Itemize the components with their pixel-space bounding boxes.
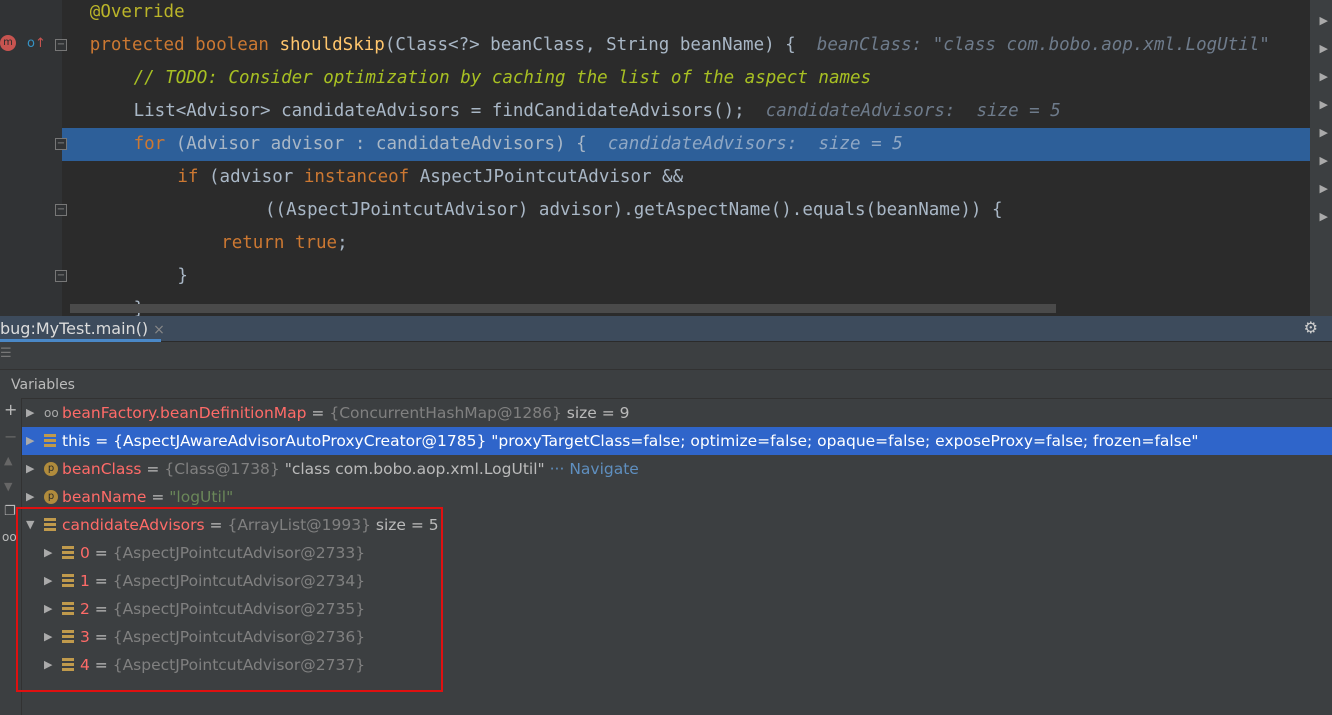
move-up-icon[interactable]: ▲ [4,454,12,467]
variable-row[interactable]: ▶ p beanClass = {Class@1738} "class com.bo… [22,455,1332,483]
variable-string-value: "logUtil" [169,488,234,506]
remove-watch-icon[interactable]: − [4,427,17,446]
layout-icon[interactable]: ☰ [0,346,12,361]
code-token: (Advisor advisor : candidateAdvisors) { [175,134,608,154]
variable-row[interactable]: ▶ oo beanFactory.beanDefinitionMap = {Conc… [22,399,1332,427]
variables-label: Variables [11,377,75,393]
add-watch-icon[interactable]: + [4,400,17,419]
code-token: (advisor [209,167,304,187]
expand-arrow-icon[interactable]: ▶ [26,427,34,455]
variable-value: size = 9 [561,404,630,422]
right-toolstrip: ▶ ▶ ▶ ▶ ▶ ▶ ▶ ▶ [1310,0,1332,316]
code-token: protected boolean [89,35,280,55]
code-token: for [133,134,176,154]
code-token: @Override [89,2,185,22]
expand-arrow-icon[interactable]: ▶ [26,399,34,427]
debug-toolbar: ☰ [0,342,1332,370]
gear-icon[interactable]: ⚙ [1304,318,1318,337]
expand-arrow-icon[interactable]: ▶ [1320,98,1328,111]
inline-debug-value: candidateAdvisors: size = 5 [765,101,1061,121]
code-token: } [177,266,188,286]
parameter-icon: p [44,490,58,504]
code-token: instanceof [303,167,420,187]
field-icon [44,434,56,448]
close-icon[interactable]: × [153,322,165,338]
variable-name: beanClass [62,460,142,478]
implemented-method-icon[interactable]: o↑ [27,36,46,51]
expand-arrow-icon[interactable]: ▶ [1320,126,1328,139]
code-token: ; [337,233,348,253]
variable-name: this [62,432,91,450]
code-token: if [177,167,209,187]
code-line[interactable]: // TODO: Consider optimization by cachin… [62,62,1310,95]
expand-arrow-icon[interactable]: ▶ [1320,210,1328,223]
editor-gutter: m o↑ [0,0,62,316]
variable-type: {AspectJAwareAdvisorAutoProxyCreator@178… [113,432,487,450]
copy-icon[interactable]: ❐ [4,504,16,519]
code-token: AspectJPointcutAdvisor && [419,167,684,187]
fold-icon[interactable]: − [55,138,67,150]
expand-arrow-icon[interactable]: ▶ [1320,42,1328,55]
code-editor[interactable]: m o↑ @Override protected boolean shouldSk… [0,0,1332,316]
watch-icon: oo [44,406,59,420]
variable-value: "proxyTargetClass=false; optimize=false;… [486,432,1199,450]
code-token: shouldSkip [279,35,385,55]
watches-icon[interactable]: oo [2,530,17,544]
expand-arrow-icon[interactable]: ▶ [1320,154,1328,167]
variable-value: "class com.bobo.aop.xml.LogUtil" [279,460,545,478]
fold-icon[interactable]: − [55,204,67,216]
code-line[interactable]: if (advisor instanceof AspectJPointcutAd… [62,161,1310,194]
move-down-icon[interactable]: ▼ [4,480,12,493]
override-method-icon[interactable]: m [0,35,16,51]
debug-tab-bar: bug:MyTest.main() × ⚙ [0,316,1332,342]
annotation-box [16,507,443,692]
navigate-link[interactable]: ··· Navigate [545,460,639,478]
variable-type: {Class@1738} [164,460,280,478]
code-line[interactable]: return true; [62,227,1310,260]
code-token: return true [221,233,338,253]
expand-arrow-icon[interactable]: ▶ [1320,14,1328,27]
code-line[interactable]: protected boolean shouldSkip(Class<?> be… [62,29,1310,62]
variable-type: {ConcurrentHashMap@1286} [329,404,562,422]
code-token: (Class<?> beanClass, String beanName) { [384,35,817,55]
code-line[interactable]: @Override [62,0,1310,29]
tab-debug-mytest[interactable]: bug:MyTest.main() × [0,316,165,342]
variable-name: beanName [62,488,147,506]
inline-debug-value: candidateAdvisors: size = 5 [607,134,903,154]
parameter-icon: p [44,462,58,476]
inline-debug-value: beanClass: "class com.bobo.aop.xml.LogUt… [816,35,1270,55]
code-line[interactable]: for (Advisor advisor : candidateAdvisors… [62,128,1310,161]
horizontal-scrollbar[interactable] [70,304,1056,313]
code-token: // TODO: Consider optimization by cachin… [133,68,872,88]
code-line[interactable]: List<Advisor> candidateAdvisors = findCa… [62,95,1310,128]
tab-label: bug:MyTest.main() [0,319,149,338]
expand-arrow-icon[interactable]: ▶ [26,455,34,483]
fold-icon[interactable]: − [55,39,67,51]
code-line[interactable]: ((AspectJPointcutAdvisor) advisor).getAs… [62,194,1310,227]
variable-name: beanFactory.beanDefinitionMap [62,404,307,422]
code-line[interactable]: } [62,260,1310,293]
fold-icon[interactable]: − [55,270,67,282]
variable-row[interactable]: ▶ this = {AspectJAwareAdvisorAutoProxyCre… [22,427,1332,455]
expand-arrow-icon[interactable]: ▶ [1320,182,1328,195]
code-token: ((AspectJPointcutAdvisor) advisor).getAs… [265,200,1003,220]
code-token: List<Advisor> candidateAdvisors = findCa… [133,101,766,121]
expand-arrow-icon[interactable]: ▶ [1320,70,1328,83]
